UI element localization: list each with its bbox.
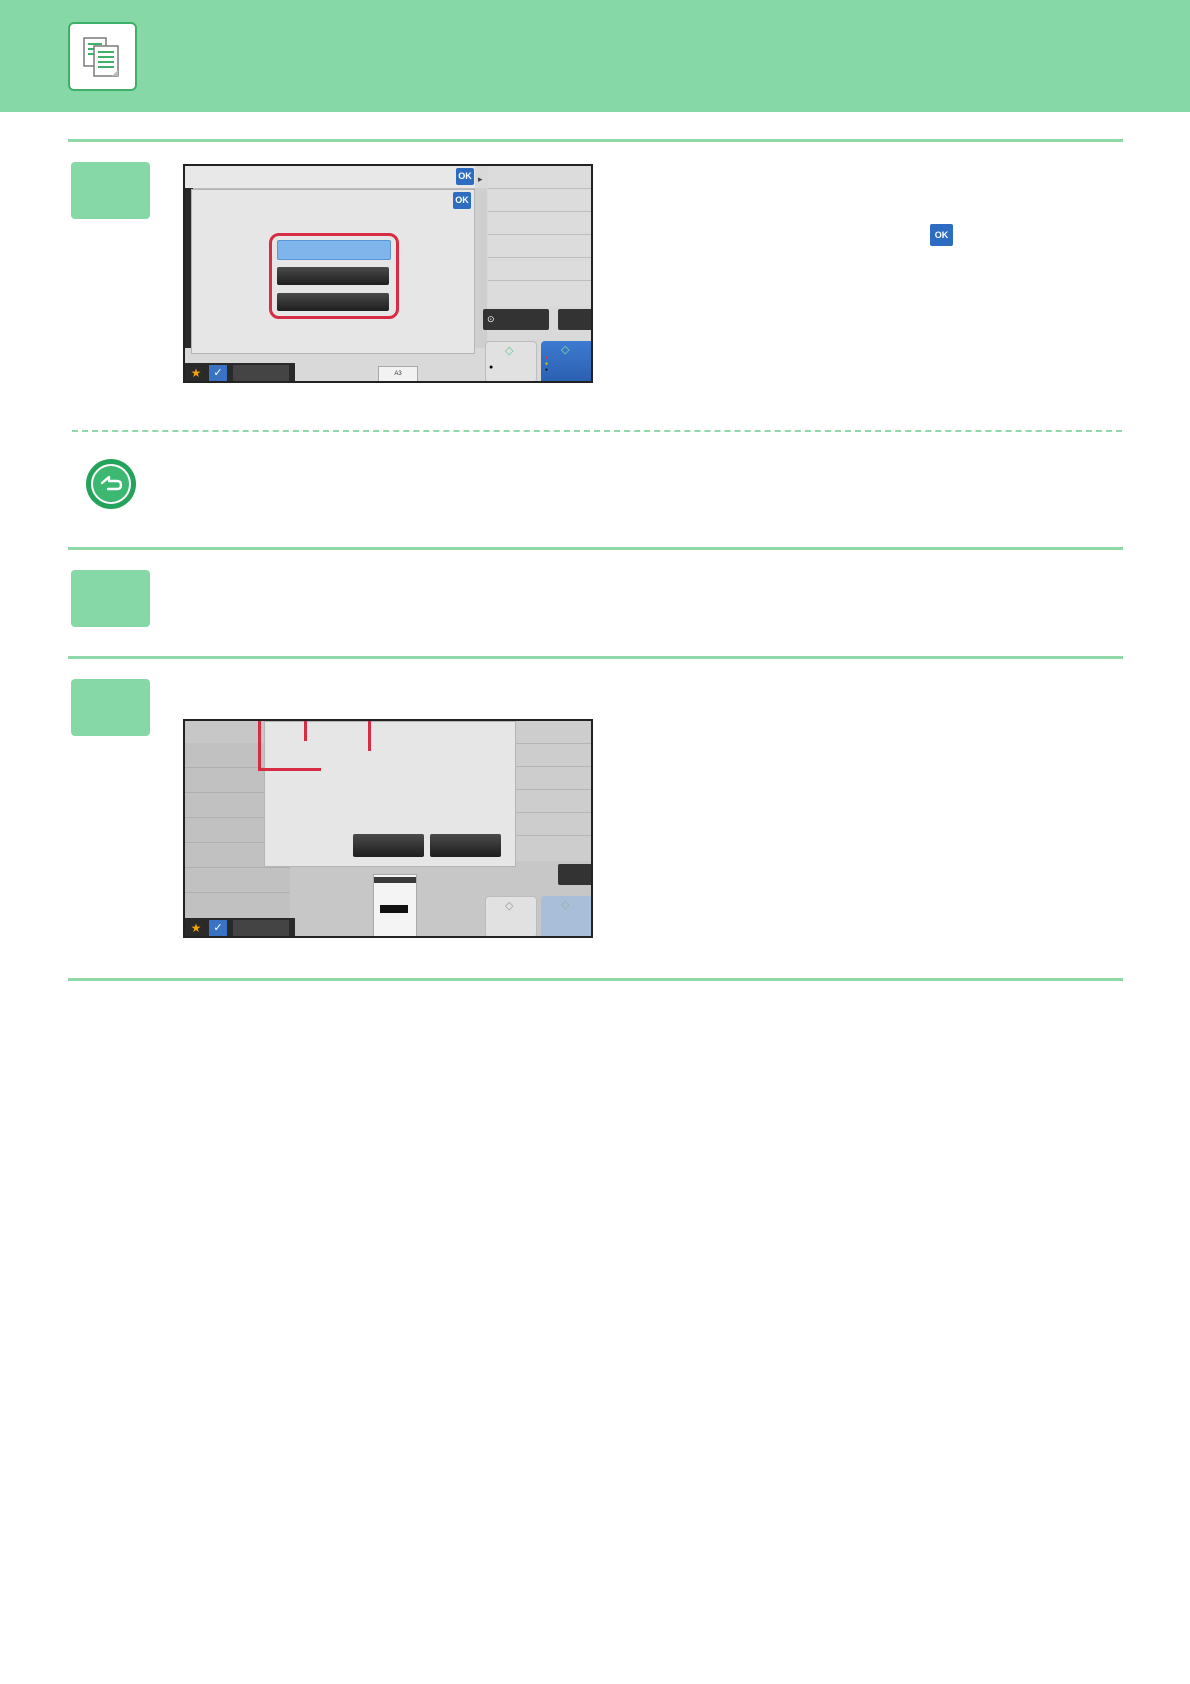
callout-line [304,721,307,741]
start-diamond-icon: ◇ [561,344,570,356]
start-diamond-icon: ◇ [561,899,570,911]
dark-button[interactable] [558,864,591,885]
dialog-title-bar [185,166,475,189]
callout-line [258,721,261,771]
option-button[interactable] [277,267,389,285]
start-diamond-icon: ◇ [505,345,514,357]
color-dots-icon: ● ● ● [545,355,549,373]
dark-button[interactable] [558,309,591,330]
callout-line [368,721,371,751]
section-divider [68,139,1123,142]
touch-panel-screenshot-2: ◇ ◇ ★ ✓ [183,719,593,938]
bw-start-button[interactable]: ◇ [485,896,537,936]
step-number-box [71,162,150,219]
checkmark-icon[interactable]: ✓ [209,920,227,936]
dashed-divider [72,430,1122,432]
black-dot-icon: ● [489,364,494,371]
preview-button[interactable]: ⊙ [483,309,549,330]
star-icon[interactable]: ★ [187,920,205,936]
page-header [0,0,1190,112]
callout-line [258,768,321,771]
bottom-bar-button[interactable] [233,920,289,936]
machine-illustration [373,874,417,936]
color-start-button[interactable]: ◇ [541,896,591,936]
right-list-panel [488,166,591,306]
star-icon[interactable]: ★ [187,365,205,381]
start-diamond-icon: ◇ [505,900,514,912]
color-start-button[interactable]: ◇ ● ● ● [541,341,591,381]
arrow-right-icon: ▸ [478,174,483,184]
back-arrow-circle-inner [91,464,131,504]
dialog-ok-button[interactable]: OK [453,192,471,209]
section-divider [68,656,1123,659]
right-list-panel [515,721,591,861]
paper-counter: A3 [378,366,418,381]
section-divider [68,547,1123,550]
dialog-button[interactable] [353,834,424,857]
dialog-button[interactable] [430,834,501,857]
ok-key-icon: OK [930,224,953,246]
option-button-selected[interactable] [277,240,391,260]
bw-start-button[interactable]: ◇ ● [485,341,537,381]
checkmark-icon[interactable]: ✓ [209,365,227,381]
copy-document-icon [68,22,137,91]
section-divider [68,978,1123,981]
step-number-box [71,679,150,736]
step-number-box [71,570,150,627]
touch-panel-screenshot: OK ▸ OK ⊙ ◇ ● ◇ ● ● ● ★ ✓ A3 [183,164,593,383]
option-button[interactable] [277,293,389,311]
ok-button[interactable]: OK [456,168,474,185]
bottom-bar-button[interactable] [233,365,289,381]
magnifier-icon: ⊙ [487,314,495,324]
